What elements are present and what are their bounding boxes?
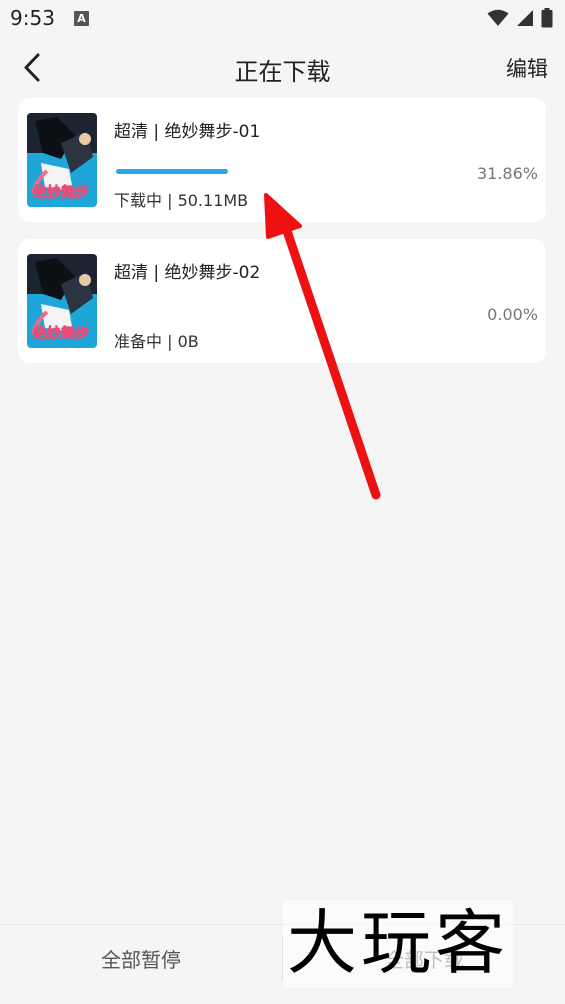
download-percent: 31.86% (476, 164, 538, 183)
a-notification-icon: A (74, 11, 89, 26)
svg-text:绝妙舞步: 绝妙舞步 (33, 184, 89, 201)
download-progress-bar (116, 310, 228, 315)
pause-all-button[interactable]: 全部暂停 (0, 925, 282, 991)
edit-button[interactable]: 编辑 (506, 53, 548, 83)
download-item[interactable]: 绝妙舞步 超清 | 绝妙舞步-01 下载中 | 50.11MB 31.86% (18, 98, 546, 222)
status-bar: 9:53 A (0, 0, 565, 38)
page-title: 正在下载 (234, 58, 331, 86)
download-title: 超清 | 绝妙舞步-01 (114, 122, 261, 142)
status-icons (487, 8, 553, 28)
chevron-left-icon (24, 53, 40, 82)
back-button[interactable] (16, 50, 52, 86)
download-status: 下载中 | 50.11MB (114, 191, 249, 210)
download-title: 超清 | 绝妙舞步-02 (114, 263, 261, 283)
download-status: 准备中 | 0B (114, 332, 199, 351)
signal-icon (517, 10, 533, 26)
poster-thumbnail: 绝妙舞步 (27, 113, 97, 207)
download-progress-bar (116, 169, 228, 174)
download-item[interactable]: 绝妙舞步 超清 | 绝妙舞步-02 准备中 | 0B 0.00% (18, 239, 546, 363)
download-percent: 0.00% (487, 305, 538, 324)
svg-text:绝妙舞步: 绝妙舞步 (33, 325, 89, 342)
header: 正在下载 编辑 (0, 38, 565, 96)
poster-thumbnail: 绝妙舞步 (27, 254, 97, 348)
battery-icon (541, 8, 553, 28)
watermark: 大玩客 (283, 900, 513, 988)
download-progress-fill (116, 169, 228, 174)
wifi-icon (487, 9, 509, 26)
status-time: 9:53 (10, 6, 55, 30)
